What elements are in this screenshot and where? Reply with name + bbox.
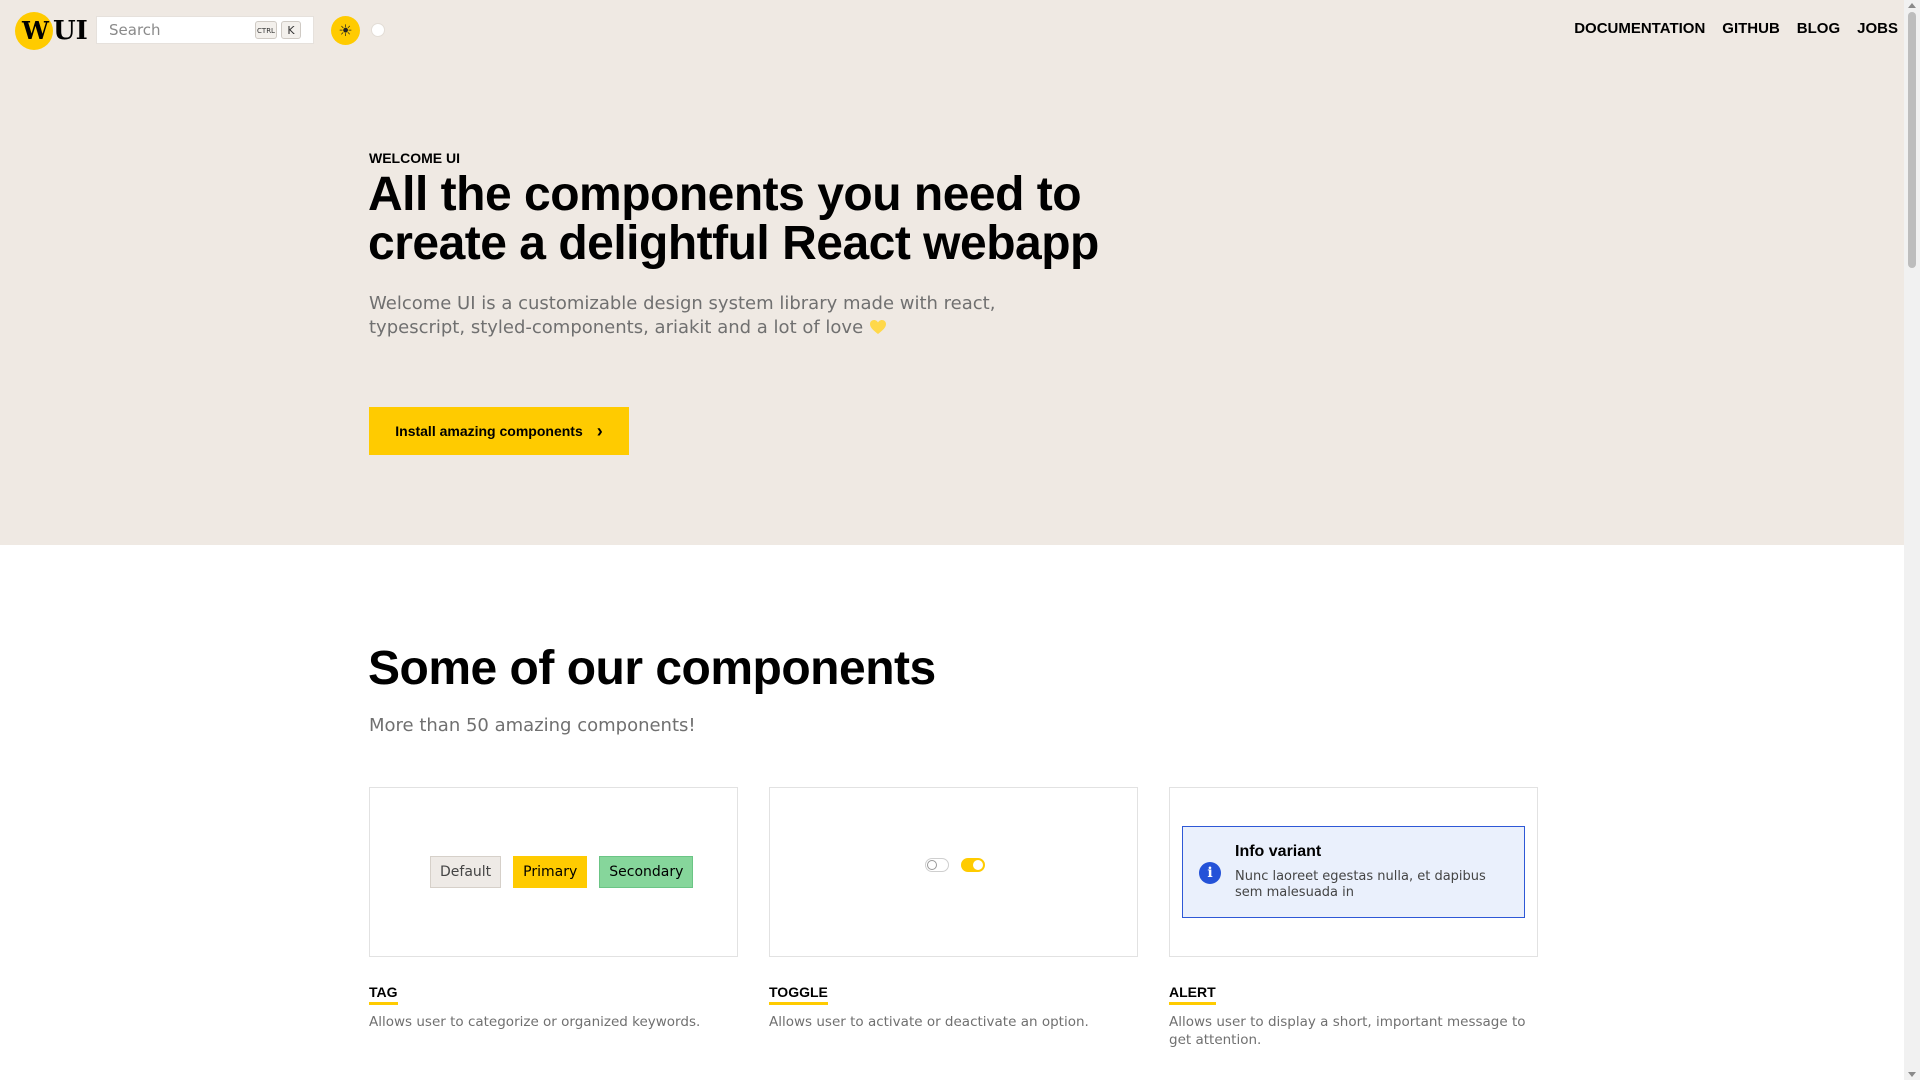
logo[interactable]: W UI (15, 12, 88, 50)
page-scrollbar[interactable] (1904, 0, 1920, 1080)
nav-github[interactable]: GITHUB (1722, 20, 1780, 37)
shortcut-modifier-key: CTRL (255, 21, 277, 39)
component-name-alert[interactable]: ALERT (1169, 984, 1216, 1005)
alert-text: Nunc laoreet egestas nulla, et dapibus s… (1235, 869, 1486, 900)
toggle-off[interactable] (925, 858, 949, 872)
component-name-tag[interactable]: TAG (369, 984, 398, 1005)
sun-icon: ☀ (338, 21, 353, 40)
component-desc-alert: Allows user to display a short, importan… (1169, 1014, 1526, 1048)
tag-secondary: Secondary (599, 856, 694, 888)
hero-title: All the components you need to create a … (368, 168, 1099, 270)
hero-section (0, 0, 1904, 545)
install-components-button[interactable]: Install amazing components › (369, 407, 629, 455)
alert-demo-card[interactable]: i Info variant Nunc laoreet egestas null… (1169, 787, 1538, 957)
toggle-knob (927, 860, 937, 870)
tag-demo-card[interactable]: Default Primary Secondary (369, 787, 738, 957)
search-box[interactable]: CTRL K (96, 16, 314, 44)
install-components-label: Install amazing components (395, 423, 583, 439)
info-alert: i Info variant Nunc laoreet egestas null… (1182, 826, 1525, 918)
toggle-on[interactable] (961, 858, 985, 872)
hero-description: Welcome UI is a customizable design syst… (369, 292, 1009, 340)
components-subtitle: More than 50 amazing components! (369, 715, 696, 736)
logo-text: UI (53, 16, 88, 46)
nav-documentation[interactable]: DOCUMENTATION (1574, 20, 1705, 37)
hero-description-text: Welcome UI is a customizable design syst… (369, 293, 996, 338)
toggle-demo-card[interactable] (769, 787, 1138, 957)
scroll-down-icon[interactable] (1908, 1072, 1916, 1077)
tag-default: Default (430, 856, 502, 888)
theme-dot-button[interactable] (371, 23, 385, 37)
component-desc-tag: Allows user to categorize or organized k… (369, 1014, 701, 1030)
toggle-knob (973, 860, 983, 870)
scroll-thumb[interactable] (1908, 12, 1916, 268)
nav-blog[interactable]: BLOG (1797, 20, 1840, 37)
chevron-right-icon: › (596, 421, 603, 441)
component-name-toggle[interactable]: TOGGLE (769, 984, 828, 1005)
scroll-up-icon[interactable] (1908, 3, 1916, 8)
theme-toggle-button[interactable]: ☀ (331, 16, 360, 45)
logo-mark: W (15, 12, 53, 50)
component-desc-toggle: Allows user to activate or deactivate an… (769, 1014, 1089, 1030)
shortcut-key: K (281, 21, 301, 39)
tag-primary: Primary (513, 856, 588, 888)
main-nav: DOCUMENTATION GITHUB BLOG JOBS (1574, 20, 1898, 37)
heart-icon (870, 320, 887, 334)
alert-title: Info variant (1235, 843, 1322, 860)
nav-jobs[interactable]: JOBS (1857, 20, 1898, 37)
components-title: Some of our components (368, 642, 936, 695)
search-input[interactable] (109, 17, 239, 43)
hero-eyebrow: WELCOME UI (369, 150, 460, 166)
info-icon: i (1199, 862, 1221, 884)
